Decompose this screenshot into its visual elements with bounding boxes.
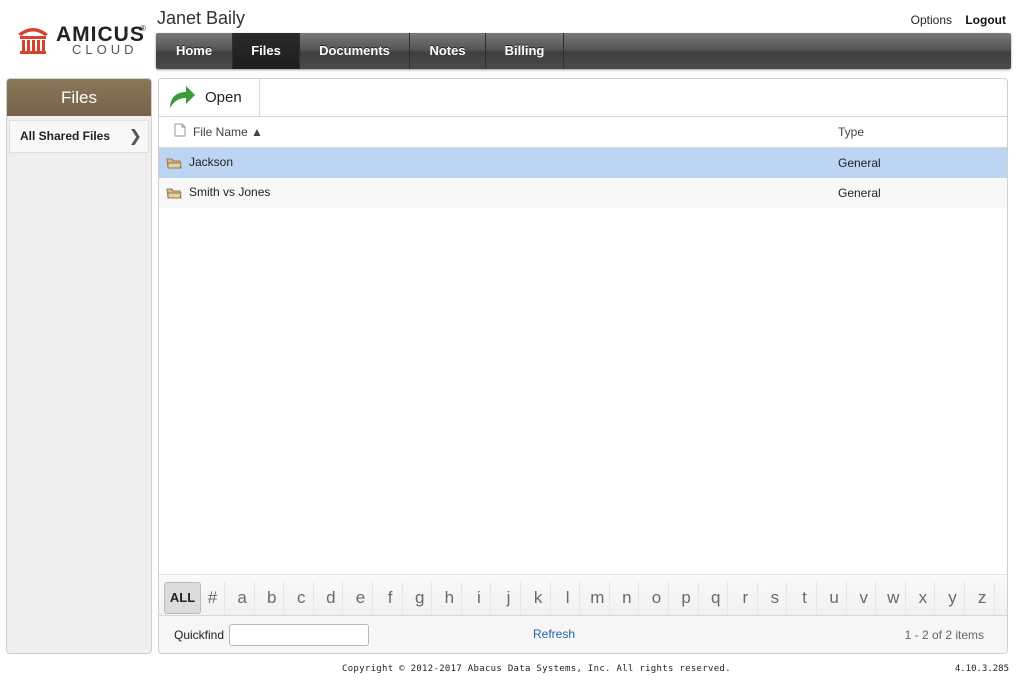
alpha-filter-u[interactable]: u [823,582,847,614]
alpha-filter-m[interactable]: m [586,582,610,614]
alpha-filter-x[interactable]: x [911,582,936,614]
logo-registered-mark: ® [140,24,146,33]
columns-logo-icon [18,28,48,54]
alpha-filter-f[interactable]: f [379,582,403,614]
alpha-filter-t[interactable]: t [793,582,817,614]
files-panel: Open File Name ▲ Type Jackson General Sm… [158,78,1008,654]
open-label: Open [205,89,242,106]
grid-header: File Name ▲ Type [159,117,1007,148]
alpha-filter-e[interactable]: e [349,582,373,614]
alpha-filter-h[interactable]: h [438,582,462,614]
alpha-filter-y[interactable]: y [941,582,965,614]
options-link[interactable]: Options [911,13,952,27]
alpha-filter-hash[interactable]: # [201,582,225,614]
nav-files[interactable]: Files [233,33,300,69]
alpha-filter-a[interactable]: a [231,582,255,614]
column-header-type[interactable]: Type [838,125,864,139]
alpha-filter-w[interactable]: w [882,582,906,614]
table-row[interactable]: Smith vs Jones General [159,178,1007,208]
case-file-icon [166,158,182,169]
file-name-cell: Smith vs Jones [189,185,271,199]
nav-home[interactable]: Home [156,33,233,69]
item-count: 1 - 2 of 2 items [904,628,984,642]
toolbar: Open [159,79,1007,117]
quickfind-label: Quickfind [174,628,225,642]
alpha-filter-c[interactable]: c [290,582,314,614]
alpha-filter-v[interactable]: v [852,582,877,614]
alpha-filter-j[interactable]: j [497,582,521,614]
alpha-filter-g[interactable]: g [408,582,433,614]
sidebar-title: Files [7,79,151,116]
alpha-filter-p[interactable]: p [675,582,699,614]
logo-text-cloud: CLOUD [72,42,138,57]
alpha-filter-r[interactable]: r [734,582,758,614]
nav-billing[interactable]: Billing [486,33,564,69]
alphabet-filter-bar: ALL # a b c d e f g h i j k l m n o p q r s t u v w x y z [159,574,1007,616]
sidebar-item-all-shared-files[interactable]: All Shared Files ❯ [9,120,149,153]
open-button[interactable]: Open [159,79,260,116]
sidebar-item-label: All Shared Files [20,129,111,143]
main-nav: Home Files Documents Notes Billing [156,33,1011,69]
file-type-cell: General [838,186,881,200]
quickfind-input[interactable] [229,624,369,646]
logout-link[interactable]: Logout [965,13,1006,27]
alpha-filter-q[interactable]: q [704,582,729,614]
amicus-cloud-logo: AMICUS ® CLOUD [16,23,148,58]
alpha-filter-k[interactable]: k [527,582,551,614]
document-icon [174,123,186,137]
file-name-cell: Jackson [189,155,234,169]
alpha-filter-i[interactable]: i [467,582,492,614]
alpha-filter-b[interactable]: b [260,582,285,614]
nav-documents[interactable]: Documents [300,33,410,69]
refresh-link[interactable]: Refresh [533,627,575,641]
sidebar: Files All Shared Files ❯ [6,78,152,654]
forward-arrow-icon [170,86,195,108]
file-type-cell: General [838,156,881,170]
alpha-filter-all[interactable]: ALL [164,582,201,614]
alpha-filter-l[interactable]: l [556,582,581,614]
grid-footer: Quickfind Refresh 1 - 2 of 2 items [159,616,1007,653]
alpha-filter-d[interactable]: d [319,582,344,614]
table-row[interactable]: Jackson General [159,148,1007,178]
top-links: Options Logout [901,13,1006,27]
copyright: Copyright © 2012-2017 Abacus Data System… [342,664,731,674]
chevron-right-icon: ❯ [128,128,142,145]
column-header-file-name[interactable]: File Name ▲ [193,125,263,139]
user-name: Janet Baily [157,8,246,28]
alpha-filter-s[interactable]: s [763,582,788,614]
alpha-filter-n[interactable]: n [615,582,640,614]
alpha-filter-z[interactable]: z [971,582,995,614]
version-number: 4.10.3.285 [954,664,1009,674]
nav-notes[interactable]: Notes [410,33,486,69]
alpha-filter-o[interactable]: o [645,582,669,614]
case-file-icon [166,188,182,199]
